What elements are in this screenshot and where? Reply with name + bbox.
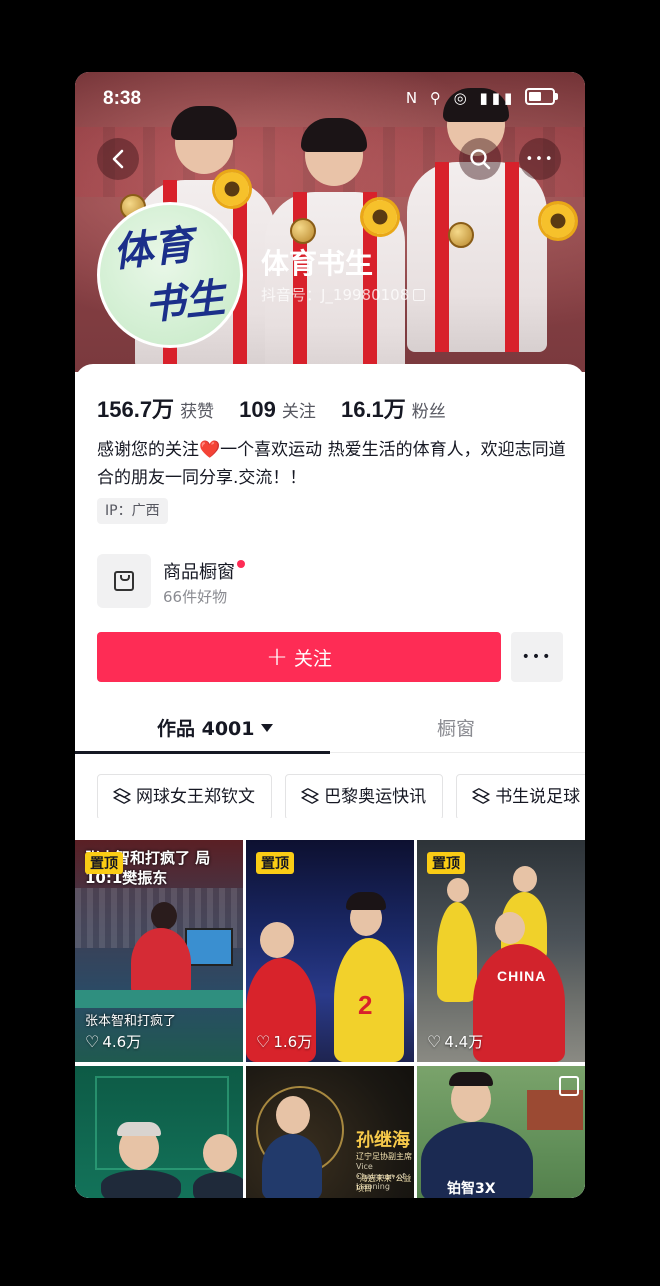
battery-icon	[525, 88, 558, 105]
stat-followers[interactable]: 16.1万 粉丝	[341, 397, 466, 422]
plus-icon: +	[266, 642, 288, 672]
profile-bio: 感谢您的关注❤️一个喜欢运动 热爱生活的体育人，欢迎志同道合的朋友一同分享.交流…	[97, 440, 566, 488]
shop-window-entry[interactable]: 商品橱窗 66件好物	[97, 554, 397, 608]
layers-icon	[473, 789, 487, 803]
chevron-left-icon	[112, 149, 124, 169]
profile-nickname: 体育书生	[261, 247, 374, 280]
avatar[interactable]: 体育 书生	[97, 202, 243, 348]
status-bar: 8:38 N ⚲ ◎ ▮▮▮	[75, 72, 585, 124]
follow-label: 关注	[293, 647, 332, 670]
tab-shop-window[interactable]: 橱窗	[437, 714, 475, 741]
collections-row: 网球女王郑钦文 巴黎奥运快讯 书生说足球	[97, 774, 585, 818]
medal-icon	[448, 222, 474, 248]
sunflower-icon	[541, 204, 575, 238]
video-thumbnail[interactable]: 孙继海 辽宁足协副主席 Vice Chairman of Liaoning "海…	[246, 1066, 414, 1198]
status-icons: N ⚲ ◎ ▮▮▮	[405, 88, 558, 107]
caret-down-icon	[260, 724, 273, 732]
video-likes: ♡ 4.6万	[85, 1032, 142, 1051]
pinned-badge: 置顶	[256, 852, 294, 874]
back-button[interactable]	[97, 138, 139, 180]
person-title: 辽宁足协副主席	[356, 1152, 412, 1161]
more-options-button[interactable]: •••	[519, 138, 561, 180]
shop-title: 商品橱窗	[163, 562, 235, 583]
tab-works[interactable]: 作品 4001	[157, 714, 273, 741]
more-actions-button[interactable]: •••	[511, 632, 563, 682]
nfc-location-wifi-signal-icons: N ⚲ ◎ ▮▮▮	[405, 89, 517, 107]
follow-button[interactable]: + 关注	[97, 632, 501, 682]
profile-tabs: 作品 4001 橱窗	[75, 704, 585, 754]
layers-icon	[302, 789, 316, 803]
layers-icon	[114, 789, 128, 803]
video-thumbnail[interactable]: 2 置顶 ♡ 1.6万	[246, 840, 414, 1062]
copy-icon[interactable]	[413, 289, 426, 301]
heart-outline-icon: ♡	[256, 1032, 271, 1051]
heart-outline-icon: ♡	[85, 1032, 100, 1051]
pinned-badge: 置顶	[427, 852, 465, 874]
person-note: "海选未来"公益项目	[356, 1174, 412, 1193]
search-button[interactable]	[459, 138, 501, 180]
person-name: 孙继海	[356, 1130, 410, 1151]
notification-dot	[237, 560, 245, 568]
video-likes: ♡ 4.4万	[427, 1032, 484, 1051]
status-time: 8:38	[103, 88, 142, 109]
video-thumbnail[interactable]: CHINA 置顶 ♡ 4.4万	[417, 840, 585, 1062]
heart-outline-icon: ♡	[427, 1032, 442, 1051]
collection-chip[interactable]: 网球女王郑钦文	[97, 774, 272, 818]
shop-subtitle: 66件好物	[163, 588, 228, 606]
sunflower-icon	[363, 200, 397, 234]
stat-following[interactable]: 109 关注	[239, 397, 336, 422]
heart-emoji: ❤️	[199, 440, 221, 460]
shopping-bag-icon	[97, 554, 151, 608]
pinned-badge: 置顶	[85, 852, 123, 874]
collection-chip[interactable]: 书生说足球	[456, 774, 585, 818]
video-thumbnail[interactable]: 张本智和打疯了 局10:1樊振东 置顶 张本智和打疯了 ♡ 4.6万	[75, 840, 243, 1062]
more-icon: •••	[525, 151, 555, 167]
douyin-id[interactable]: 抖音号：J_19980108	[261, 284, 426, 305]
stat-likes[interactable]: 156.7万 获赞	[97, 397, 234, 422]
profile-stats: 156.7万 获赞 109 关注 16.1万 粉丝	[97, 392, 466, 424]
video-thumbnail[interactable]	[75, 1066, 243, 1198]
medal-icon	[290, 218, 316, 244]
collection-chip[interactable]: 巴黎奥运快讯	[285, 774, 444, 818]
multi-image-icon	[559, 1076, 579, 1096]
phone-screen: 8:38 N ⚲ ◎ ▮▮▮ ••• 体育 书生 体育书生 抖音号：J_1998…	[75, 72, 585, 1198]
sunflower-icon	[215, 172, 249, 206]
jersey-text: CHINA	[497, 968, 547, 984]
cover-athlete-right	[407, 88, 547, 352]
video-subcaption: 张本智和打疯了	[85, 1014, 177, 1029]
profile-panel: 156.7万 获赞 109 关注 16.1万 粉丝 感谢您的关注❤️一个喜欢运动 热爱…	[75, 364, 585, 1198]
avatar-calligraphy: 体育 书生	[110, 221, 228, 330]
jersey-sponsor: 铂智3X	[447, 1181, 496, 1197]
active-tab-indicator	[75, 751, 330, 754]
more-icon: •••	[521, 649, 553, 665]
video-likes: ♡ 1.6万	[256, 1032, 313, 1051]
video-thumbnail[interactable]: 铂智3X	[417, 1066, 585, 1198]
profile-cover: 8:38 N ⚲ ◎ ▮▮▮ ••• 体育 书生 体育书生 抖音号：J_1998…	[75, 72, 585, 382]
search-icon	[470, 149, 491, 170]
ip-location-tag: IP：广西	[97, 498, 168, 524]
